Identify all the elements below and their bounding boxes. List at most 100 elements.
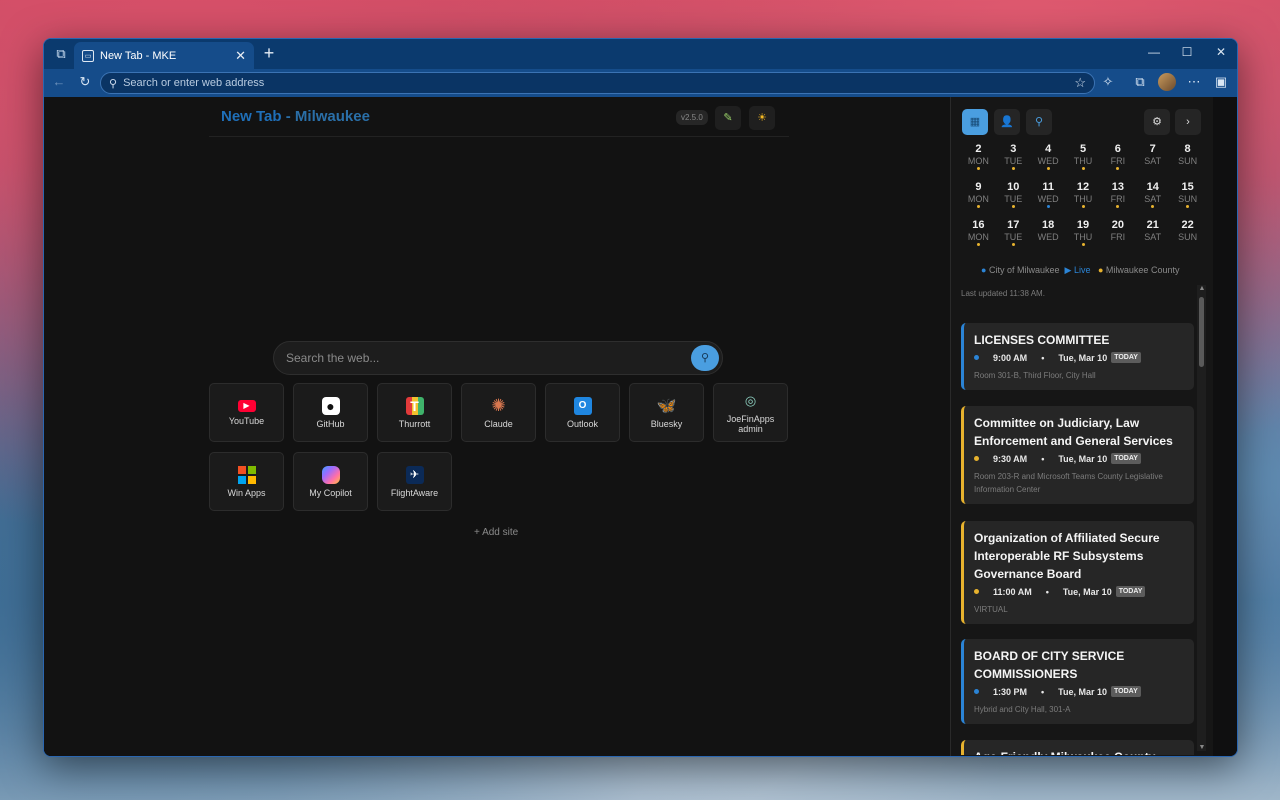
calendar-day[interactable]: 18 WED — [1031, 219, 1066, 257]
today-badge: TODAY — [1111, 686, 1141, 697]
scrollbar-thumb[interactable] — [1199, 297, 1204, 367]
tile-github[interactable]: ● GitHub — [293, 383, 368, 442]
tile-thurrott[interactable]: T Thurrott — [377, 383, 452, 442]
event-dot — [1116, 243, 1119, 246]
event-time: 9:30 AM — [993, 453, 1028, 464]
day-of-week: TUE — [1004, 232, 1023, 242]
calendar-tab-button[interactable]: ▦ — [962, 109, 988, 135]
calendar-day[interactable]: 10 TUE — [996, 181, 1031, 219]
extensions-icon[interactable]: ✧ — [1099, 74, 1117, 90]
tile-joefinapps[interactable]: ◎ JoeFinApps admin — [713, 383, 788, 442]
legend-live: Live — [1073, 265, 1091, 275]
calendar-day[interactable]: 15 SUN — [1170, 181, 1205, 219]
calendar-day[interactable]: 22 SUN — [1170, 219, 1205, 257]
tile-label: Bluesky — [650, 418, 683, 429]
maximize-button[interactable]: ☐ — [1177, 45, 1197, 59]
tile-label: JoeFinApps admin — [726, 413, 775, 434]
calendar-day[interactable]: 5 THU — [1066, 143, 1101, 181]
search-tab-button[interactable]: ⚲ — [1026, 109, 1052, 135]
calendar-day[interactable]: 11 WED — [1031, 181, 1066, 219]
tab-new-tab[interactable]: ▭ New Tab - MKE ✕ — [74, 42, 254, 69]
event-dot — [1046, 167, 1050, 170]
calendar-day[interactable]: 21 SAT — [1135, 219, 1170, 257]
event-type-dot — [974, 689, 979, 694]
address-bar[interactable]: ⚲ Search or enter web address ☆ — [100, 72, 1095, 94]
sidebar-toggle-icon[interactable]: ▣ — [1212, 74, 1230, 90]
event-meta: 9:00 AM • Tue, Mar 10 TODAY — [974, 352, 1184, 363]
search-icon: ⚲ — [109, 77, 118, 90]
calendar-day[interactable]: 14 SAT — [1135, 181, 1170, 219]
scroll-down-icon[interactable]: ▼ — [1198, 744, 1206, 751]
calendar-day[interactable]: 6 FRI — [1100, 143, 1135, 181]
more-menu-icon[interactable]: ⋯ — [1185, 74, 1203, 90]
calendar-week-row: 16 MON 17 TUE 18 WED 19 THU 20 FRI 21 SAT 22 SUN — [961, 219, 1205, 257]
event-dot — [1186, 167, 1189, 170]
calendar-day[interactable]: 20 FRI — [1100, 219, 1135, 257]
back-button[interactable]: ← — [50, 74, 68, 89]
tile-bluesky[interactable]: 🦋 Bluesky — [629, 383, 704, 442]
calendar-day[interactable]: 8 SUN — [1170, 143, 1205, 181]
thurrott-icon: T — [405, 396, 424, 415]
event-dot — [976, 243, 980, 246]
web-search-input[interactable]: Search the web... ⚲ — [273, 341, 723, 375]
calendar-day[interactable]: 2 MON — [961, 143, 996, 181]
event-title: LICENSES COMMITTEE — [974, 333, 1110, 347]
day-of-week: SUN — [1178, 232, 1198, 242]
workspaces-icon[interactable]: ⧉ — [52, 45, 70, 63]
day-of-week: WED — [1037, 232, 1059, 242]
settings-gear-icon[interactable]: ⚙ — [1144, 109, 1170, 135]
event-location: Room 203-R and Microsoft Teams County Le… — [974, 472, 1163, 494]
tile-win-apps[interactable]: Win Apps — [209, 452, 284, 511]
calendar-day[interactable]: 19 THU — [1066, 219, 1101, 257]
calendar-day[interactable]: 9 MON — [961, 181, 996, 219]
add-site-button[interactable]: + Add site — [474, 527, 518, 538]
collections-icon[interactable]: ⧉ — [1131, 74, 1149, 90]
event-card[interactable]: LICENSES COMMITTEE 9:00 AM • Tue, Mar 10 TOD… — [961, 323, 1194, 390]
calendar-day[interactable]: 3 TUE — [996, 143, 1031, 181]
day-of-week: TUE — [1004, 194, 1023, 204]
calendar-day[interactable]: 13 FRI — [1100, 181, 1135, 219]
last-updated-text: Last updated 11:38 AM. — [961, 289, 1045, 298]
profile-avatar[interactable] — [1158, 73, 1176, 91]
day-number: 13 — [1111, 181, 1124, 193]
theme-toggle-button[interactable]: ☀ — [749, 106, 775, 130]
close-tab-icon[interactable]: ✕ — [235, 48, 246, 64]
next-arrow-button[interactable]: › — [1175, 109, 1201, 135]
calendar-day[interactable]: 7 SAT — [1135, 143, 1170, 181]
people-tab-button[interactable]: 👤 — [994, 109, 1020, 135]
close-window-button[interactable]: ✕ — [1211, 45, 1231, 59]
event-date: Tue, Mar 10 — [1058, 453, 1108, 464]
edit-button[interactable]: ✎ — [715, 106, 741, 130]
calendar-day[interactable]: 16 MON — [961, 219, 996, 257]
tile-claude[interactable]: ✺ Claude — [461, 383, 536, 442]
tile-label: Claude — [484, 418, 513, 429]
calendar-day[interactable]: 12 THU — [1066, 181, 1101, 219]
event-dot — [976, 205, 980, 208]
minimize-button[interactable]: — — [1144, 45, 1164, 59]
search-submit-button[interactable]: ⚲ — [691, 345, 719, 371]
event-type-dot — [974, 355, 979, 360]
tile-outlook[interactable]: O Outlook — [545, 383, 620, 442]
events-scrollbar[interactable]: ▲ ▼ — [1197, 285, 1206, 751]
refresh-button[interactable]: ↻ — [76, 74, 94, 90]
event-card[interactable]: Age-Friendly Milwaukee County — [961, 740, 1194, 755]
scroll-up-icon[interactable]: ▲ — [1198, 285, 1206, 292]
event-meta: 1:30 PM • Tue, Mar 10 TODAY — [974, 686, 1184, 697]
event-dot — [1047, 243, 1050, 246]
day-number: 16 — [972, 219, 985, 231]
calendar-day[interactable]: 17 TUE — [996, 219, 1031, 257]
tile-flightaware[interactable]: ✈ FlightAware — [377, 452, 452, 511]
calendar-day[interactable]: 4 WED — [1031, 143, 1066, 181]
new-tab-button[interactable]: + — [259, 43, 279, 64]
tile-my-copilot[interactable]: My Copilot — [293, 452, 368, 511]
event-card[interactable]: Organization of Affiliated Secure Intero… — [961, 521, 1194, 624]
title-separator: - — [281, 108, 295, 125]
event-card[interactable]: BOARD OF CITY SERVICE COMMISSIONERS 1:30 … — [961, 639, 1194, 724]
meetings-sidebar: ▦ 👤 ⚲ ⚙ › 2 MON 3 TUE 4 WED 5 THU 6 FRI 7 SAT 8 SUN 9 M… — [950, 97, 1213, 756]
meta-separator: • — [1041, 453, 1045, 464]
event-dot — [1081, 167, 1085, 170]
event-card[interactable]: Committee on Judiciary, Law Enforcement … — [961, 406, 1194, 504]
tile-youtube[interactable]: ▶ YouTube — [209, 383, 284, 442]
favorite-star-icon[interactable]: ☆ — [1074, 75, 1086, 91]
event-dot — [1046, 205, 1050, 208]
